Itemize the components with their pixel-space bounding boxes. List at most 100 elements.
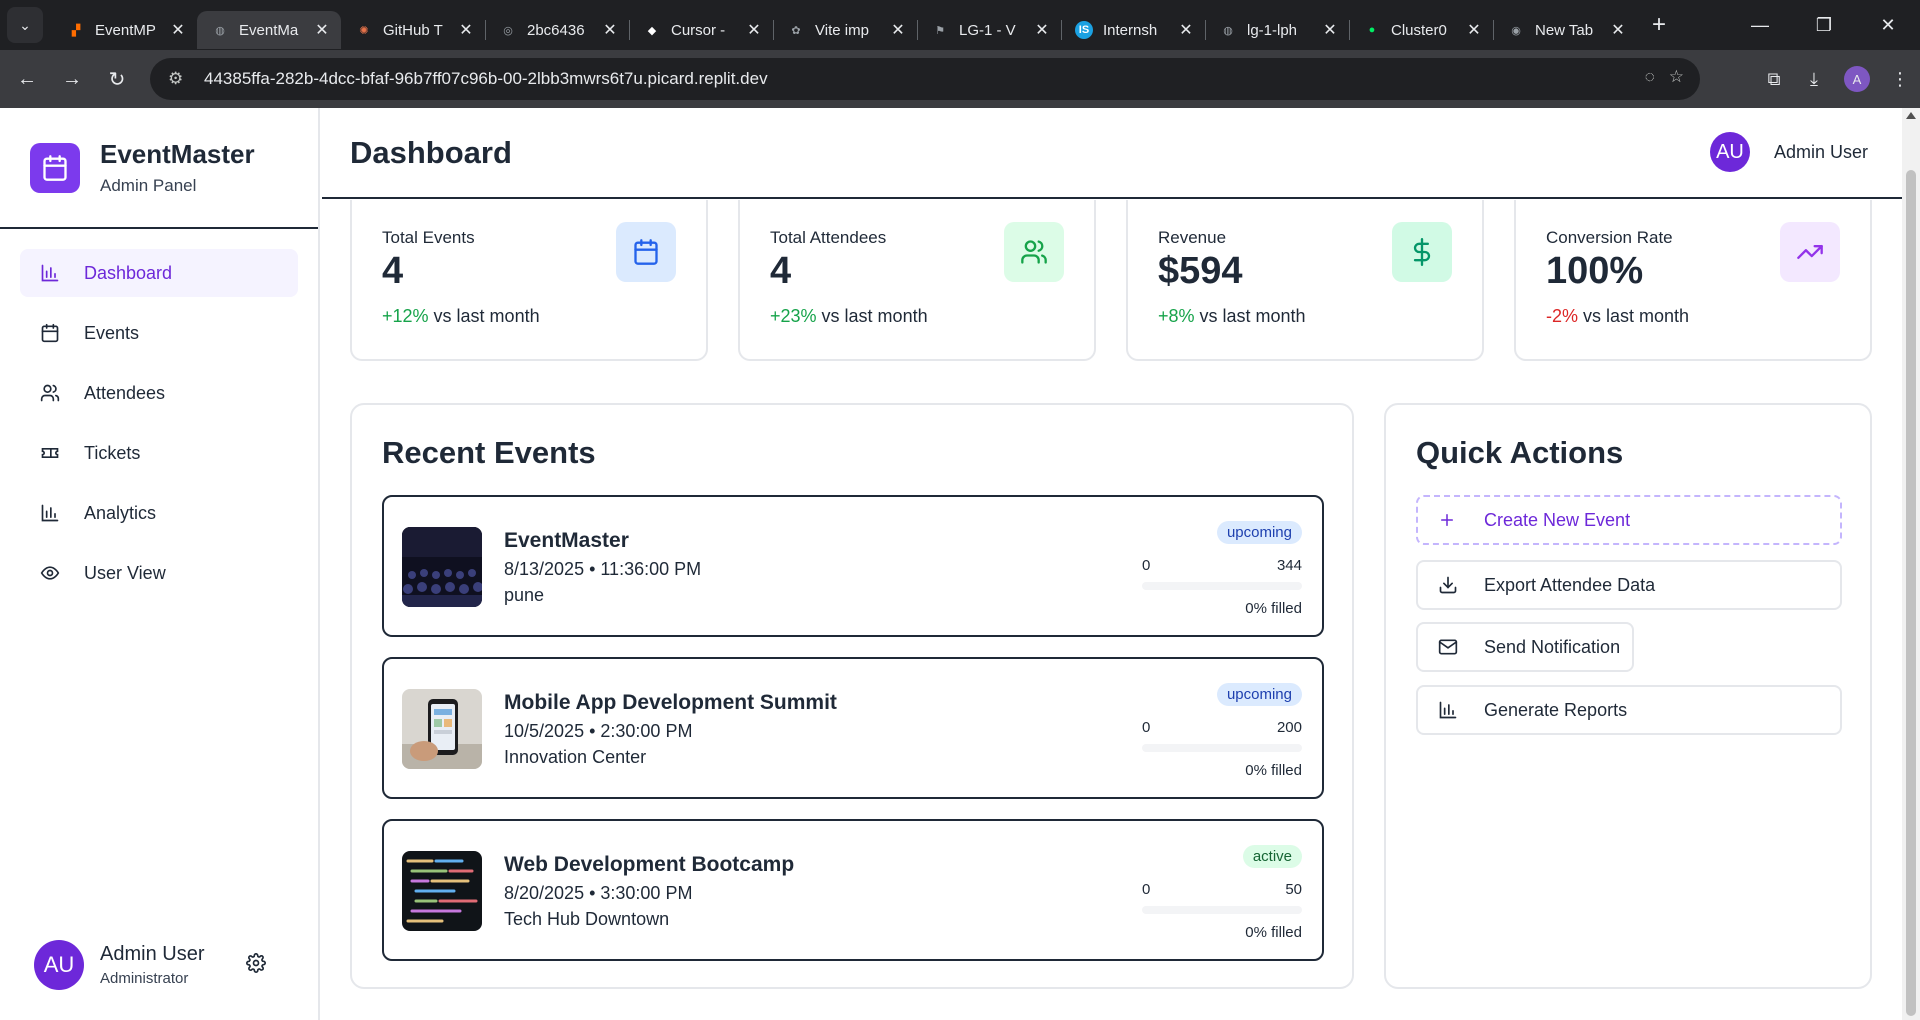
new-tab-button[interactable]: + bbox=[1641, 7, 1677, 43]
sidebar: EventMaster Admin Panel Dashboard Events… bbox=[0, 108, 320, 1020]
browser-tab[interactable]: ● Cluster0 ✕ bbox=[1349, 11, 1494, 49]
filled-percent: 0% filled bbox=[1245, 924, 1302, 941]
download-icon bbox=[1438, 575, 1458, 595]
sidebar-item-attendees[interactable]: Attendees bbox=[20, 369, 298, 417]
app-root: EventMaster Admin Panel Dashboard Events… bbox=[0, 108, 1920, 1020]
close-icon[interactable]: ✕ bbox=[1321, 20, 1339, 40]
tab-title: 2bc6436 bbox=[527, 21, 585, 39]
sidebar-item-label: Analytics bbox=[84, 502, 157, 523]
tab-favicon-icon: ▞ bbox=[71, 24, 81, 37]
reload-button[interactable]: ↻ bbox=[99, 61, 135, 97]
tab-favicon-icon: ● bbox=[1368, 24, 1376, 36]
restore-icon: ❐ bbox=[1815, 14, 1833, 35]
event-thumbnail bbox=[402, 851, 482, 931]
event-date: 8/20/2025 • 3:30:00 PM bbox=[504, 883, 693, 903]
browser-tab[interactable]: ◉ New Tab ✕ bbox=[1493, 11, 1637, 49]
url-text: 44385ffa-282b-4dcc-bfaf-96b7ff07c96b-00-… bbox=[204, 69, 768, 88]
stat-card-conversion-rate: Conversion Rate 100% -2% vs last month bbox=[1514, 200, 1872, 361]
forward-button[interactable]: → bbox=[54, 61, 90, 97]
downloads-button[interactable]: ⤓ bbox=[1794, 59, 1834, 99]
site-info-icon[interactable]: ⚙ bbox=[168, 69, 190, 89]
sidebar-item-events[interactable]: Events bbox=[20, 309, 298, 357]
browser-tab[interactable]: ◆ Cursor - ✕ bbox=[629, 11, 774, 49]
sidebar-item-dashboard[interactable]: Dashboard bbox=[20, 249, 298, 297]
sidebar-item-label: Attendees bbox=[84, 382, 166, 403]
close-icon[interactable]: ✕ bbox=[169, 20, 187, 40]
browser-tab[interactable]: ▞ EventMP ✕ bbox=[53, 11, 198, 49]
bar-chart-icon bbox=[40, 503, 60, 523]
scrollbar-thumb[interactable] bbox=[1906, 170, 1916, 1016]
header-user[interactable]: AU Admin User bbox=[1709, 132, 1868, 172]
event-card[interactable]: Web Development Bootcamp 8/20/2025 • 3:3… bbox=[382, 819, 1324, 961]
event-date: 10/5/2025 • 2:30:00 PM bbox=[504, 721, 693, 741]
close-icon[interactable]: ✕ bbox=[457, 20, 475, 40]
capacity-count: 50 bbox=[1285, 881, 1302, 898]
close-icon[interactable]: ✕ bbox=[1465, 20, 1483, 40]
browser-tab[interactable]: ⚑ LG-1 - V ✕ bbox=[917, 11, 1062, 49]
tab-favicon-icon: ◎ bbox=[503, 24, 513, 37]
export-attendee-data-button[interactable]: Export Attendee Data bbox=[1416, 560, 1842, 610]
event-card[interactable]: EventMaster 8/13/2025 • 11:36:00 PM pune… bbox=[382, 495, 1324, 637]
stat-change: -2% vs last month bbox=[1546, 306, 1690, 326]
tab-title: LG-1 - V bbox=[959, 21, 1016, 39]
sidebar-item-analytics[interactable]: Analytics bbox=[20, 489, 298, 537]
button-label: Send Notification bbox=[1484, 636, 1621, 657]
sidebar-item-tickets[interactable]: Tickets bbox=[20, 429, 298, 477]
close-icon[interactable]: ✕ bbox=[745, 20, 763, 40]
extensions-button[interactable]: ⧉ bbox=[1754, 59, 1794, 99]
page-header: Dashboard AU Admin User bbox=[322, 108, 1902, 199]
page-scrollbar[interactable] bbox=[1902, 108, 1920, 1020]
close-icon[interactable]: ✕ bbox=[1177, 20, 1195, 40]
address-bar[interactable]: ⚙ 44385ffa-282b-4dcc-bfaf-96b7ff07c96b-0… bbox=[150, 58, 1700, 100]
event-location: pune bbox=[504, 585, 545, 605]
browser-tab[interactable]: IS Internsh ✕ bbox=[1061, 11, 1206, 49]
browser-menu-button[interactable]: ⋮ bbox=[1880, 59, 1920, 99]
close-icon[interactable]: ✕ bbox=[1609, 20, 1627, 40]
tab-favicon-icon: ◉ bbox=[1511, 24, 1521, 37]
browser-tab[interactable]: ◍ lg-1-lph ✕ bbox=[1205, 11, 1350, 49]
create-event-button[interactable]: Create New Event bbox=[1416, 495, 1842, 545]
star-icon[interactable]: ☆ bbox=[1669, 67, 1684, 87]
browser-tab-active[interactable]: ◍ EventMa ✕ bbox=[197, 11, 341, 49]
close-icon[interactable]: ✕ bbox=[889, 20, 907, 40]
sidebar-item-user-view[interactable]: User View bbox=[20, 549, 298, 597]
close-window-button[interactable]: ✕ bbox=[1856, 0, 1920, 50]
send-notification-button[interactable]: Send Notification bbox=[1416, 622, 1634, 672]
gear-icon[interactable] bbox=[246, 952, 267, 978]
stat-card-revenue: Revenue $594 +8% vs last month bbox=[1126, 200, 1484, 361]
browser-tab[interactable]: ◎ 2bc6436 ✕ bbox=[485, 11, 630, 49]
progress-bar bbox=[1142, 744, 1302, 752]
close-icon[interactable]: ✕ bbox=[601, 20, 619, 40]
eye-off-icon[interactable]: ◌ bbox=[1645, 67, 1655, 87]
browser-tab[interactable]: ✿ Vite imp ✕ bbox=[773, 11, 918, 49]
quick-actions-title: Quick Actions bbox=[1416, 435, 1624, 470]
calendar-icon bbox=[616, 222, 676, 282]
filled-percent: 0% filled bbox=[1245, 600, 1302, 617]
scroll-up-icon[interactable] bbox=[1906, 112, 1916, 119]
tab-title: Internsh bbox=[1103, 21, 1158, 39]
page-title: Dashboard bbox=[350, 134, 512, 170]
stat-change: +12% vs last month bbox=[382, 306, 540, 326]
registered-count: 0 bbox=[1142, 881, 1151, 898]
stat-card-total-events: Total Events 4 +12% vs last month bbox=[350, 200, 708, 361]
tab-favicon-icon: ◍ bbox=[1223, 24, 1233, 37]
tab-title: EventMa bbox=[239, 21, 299, 39]
minimize-button[interactable]: — bbox=[1728, 0, 1792, 50]
event-thumbnail bbox=[402, 527, 482, 607]
restore-button[interactable]: ❐ bbox=[1792, 0, 1856, 50]
close-icon[interactable]: ✕ bbox=[313, 20, 331, 40]
back-button[interactable]: ← bbox=[9, 61, 45, 97]
close-icon[interactable]: ✕ bbox=[1033, 20, 1051, 40]
profile-avatar[interactable]: A bbox=[1844, 66, 1870, 92]
event-name: EventMaster bbox=[504, 529, 629, 552]
tab-search-button[interactable]: ⌄ bbox=[7, 7, 43, 43]
generate-reports-button[interactable]: Generate Reports bbox=[1416, 685, 1842, 735]
tab-favicon-icon: ◍ bbox=[215, 24, 225, 37]
users-icon bbox=[40, 383, 60, 403]
ticket-icon bbox=[40, 443, 60, 463]
more-vertical-icon: ⋮ bbox=[1891, 68, 1909, 89]
registration-progress: 0 50 0% filled bbox=[1142, 881, 1302, 941]
event-card[interactable]: Mobile App Development Summit 10/5/2025 … bbox=[382, 657, 1324, 799]
avatar: AU bbox=[1709, 132, 1750, 172]
browser-tab[interactable]: ✺ GitHub T ✕ bbox=[341, 11, 486, 49]
